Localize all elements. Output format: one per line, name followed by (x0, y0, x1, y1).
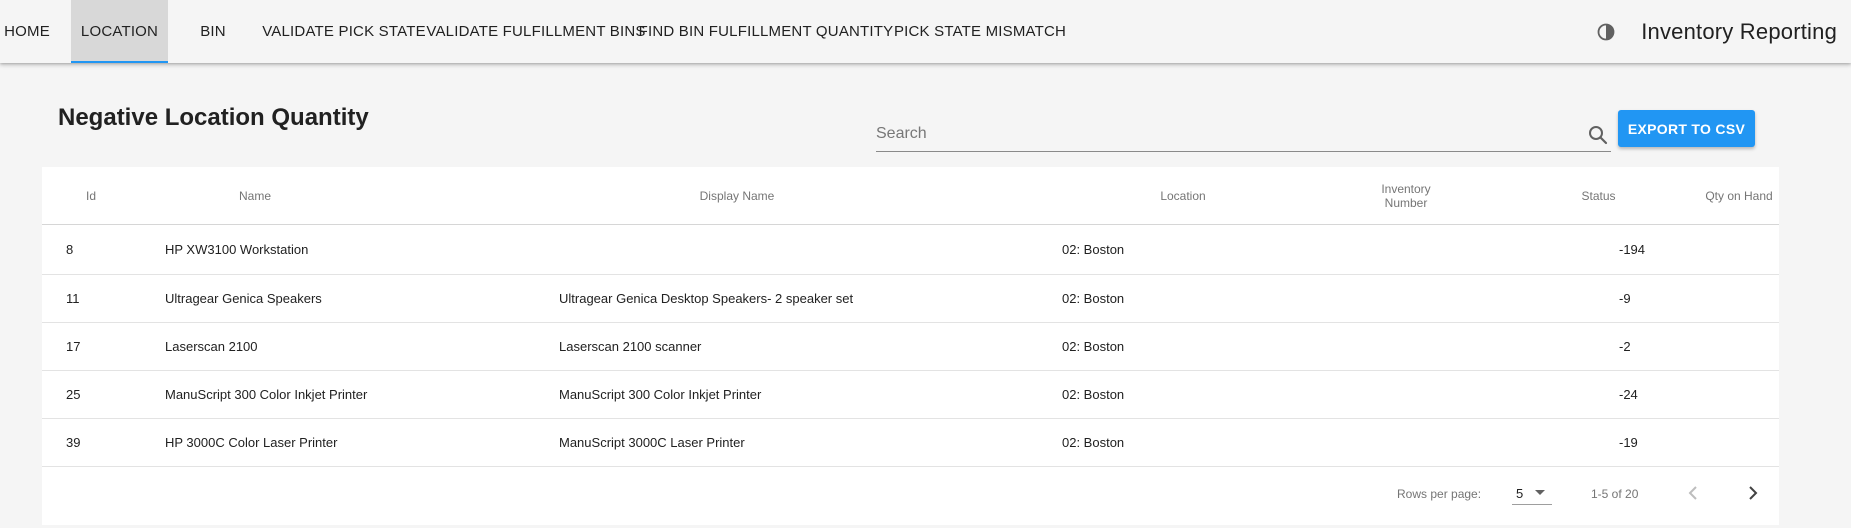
cell-name: ManuScript 300 Color Inkjet Printer (148, 370, 542, 419)
pagination-range: 1-5 of 20 (1591, 487, 1639, 501)
nav-tabs: HOME LOCATION BIN VALIDATE PICK STATE VA… (0, 0, 1071, 63)
column-header-name[interactable]: Name (148, 167, 542, 225)
rows-per-page-value: 5 (1516, 486, 1524, 501)
app-bar: HOME LOCATION BIN VALIDATE PICK STATE VA… (0, 0, 1851, 63)
app-title: Inventory Reporting (1641, 18, 1837, 44)
cell-display-name: Laserscan 2100 scanner (542, 322, 1062, 371)
column-header-location[interactable]: Location (1062, 167, 1214, 225)
cell-display-name: Ultragear Genica Desktop Speakers- 2 spe… (542, 274, 1062, 323)
cell-location: 02: Boston (1062, 224, 1214, 275)
caret-down-icon (1535, 490, 1545, 495)
cell-status (1448, 224, 1619, 275)
cell-status (1448, 274, 1619, 323)
cell-name: Laserscan 2100 (148, 322, 542, 371)
cell-name: Ultragear Genica Speakers (148, 274, 542, 323)
cell-location: 02: Boston (1062, 418, 1214, 467)
cell-id: 11 (42, 274, 148, 323)
table-row[interactable]: 17 Laserscan 2100 Laserscan 2100 scanner… (42, 322, 1779, 371)
table-row[interactable]: 39 HP 3000C Color Laser Printer ManuScri… (42, 418, 1779, 467)
tab-bin[interactable]: BIN (168, 0, 258, 63)
results-table: Id Name Display Name Location Inventory … (42, 167, 1779, 467)
tab-find-bin-fulfillment-quantity[interactable]: FIND BIN FULFILLMENT QUANTITY (639, 0, 894, 63)
cell-inventory-number (1214, 370, 1448, 419)
cell-id: 8 (42, 224, 148, 275)
cell-inventory-number (1214, 418, 1448, 467)
search-input[interactable] (876, 122, 1566, 146)
previous-page-button[interactable] (1682, 481, 1706, 505)
cell-inventory-number (1214, 274, 1448, 323)
rows-per-page-select[interactable]: 5 (1512, 478, 1552, 505)
column-header-inventory-number[interactable]: Inventory Number (1214, 167, 1448, 225)
cell-id: 39 (42, 418, 148, 467)
cell-qty-on-hand: -24 (1619, 370, 1779, 419)
cell-display-name: ManuScript 300 Color Inkjet Printer (542, 370, 1062, 419)
cell-name: HP XW3100 Workstation (148, 224, 542, 275)
column-header-status[interactable]: Status (1448, 167, 1619, 225)
cell-location: 02: Boston (1062, 370, 1214, 419)
cell-inventory-number (1214, 224, 1448, 275)
tab-validate-pick-state[interactable]: VALIDATE PICK STATE (258, 0, 430, 63)
app-bar-right: Inventory Reporting (1595, 0, 1837, 63)
cell-id: 17 (42, 322, 148, 371)
chevron-right-icon (1749, 486, 1758, 500)
rows-per-page-label: Rows per page: (1397, 487, 1482, 501)
table-row[interactable]: 11 Ultragear Genica Speakers Ultragear G… (42, 274, 1779, 323)
cell-status (1448, 418, 1619, 467)
cell-qty-on-hand: -19 (1619, 418, 1779, 467)
cell-location: 02: Boston (1062, 322, 1214, 371)
cell-qty-on-hand: -9 (1619, 274, 1779, 323)
next-page-button[interactable] (1741, 481, 1765, 505)
table-pagination: Rows per page: 5 1-5 of 20 (42, 466, 1779, 525)
tab-pick-state-mismatch[interactable]: PICK STATE MISMATCH (889, 0, 1071, 63)
cell-name: HP 3000C Color Laser Printer (148, 418, 542, 467)
cell-id: 25 (42, 370, 148, 419)
column-header-id[interactable]: Id (42, 167, 148, 225)
chevron-left-icon (1688, 486, 1697, 500)
column-header-qty-on-hand[interactable]: Qty on Hand (1619, 167, 1779, 225)
column-header-display-name[interactable]: Display Name (542, 167, 1062, 225)
table-header-row: Id Name Display Name Location Inventory … (42, 167, 1779, 225)
search-icon[interactable] (1587, 124, 1609, 146)
cell-status (1448, 322, 1619, 371)
cell-status (1448, 370, 1619, 419)
cell-qty-on-hand: -2 (1619, 322, 1779, 371)
cell-display-name: ManuScript 3000C Laser Printer (542, 418, 1062, 467)
export-csv-button[interactable]: EXPORT TO CSV (1618, 110, 1755, 147)
contrast-icon[interactable] (1595, 21, 1617, 43)
cell-location: 02: Boston (1062, 274, 1214, 323)
search-field (876, 116, 1611, 152)
cell-display-name (542, 224, 1062, 275)
tab-home[interactable]: HOME (0, 0, 54, 63)
table-row[interactable]: 8 HP XW3100 Workstation 02: Boston -194 (42, 224, 1779, 275)
tab-validate-fulfillment-bins[interactable]: VALIDATE FULFILLMENT BINS (426, 0, 645, 63)
cell-qty-on-hand: -194 (1619, 224, 1779, 275)
page-title: Negative Location Quantity (58, 104, 369, 131)
cell-inventory-number (1214, 322, 1448, 371)
results-table-card: Id Name Display Name Location Inventory … (42, 167, 1779, 525)
table-row[interactable]: 25 ManuScript 300 Color Inkjet Printer M… (42, 370, 1779, 419)
tab-location[interactable]: LOCATION (71, 0, 168, 63)
